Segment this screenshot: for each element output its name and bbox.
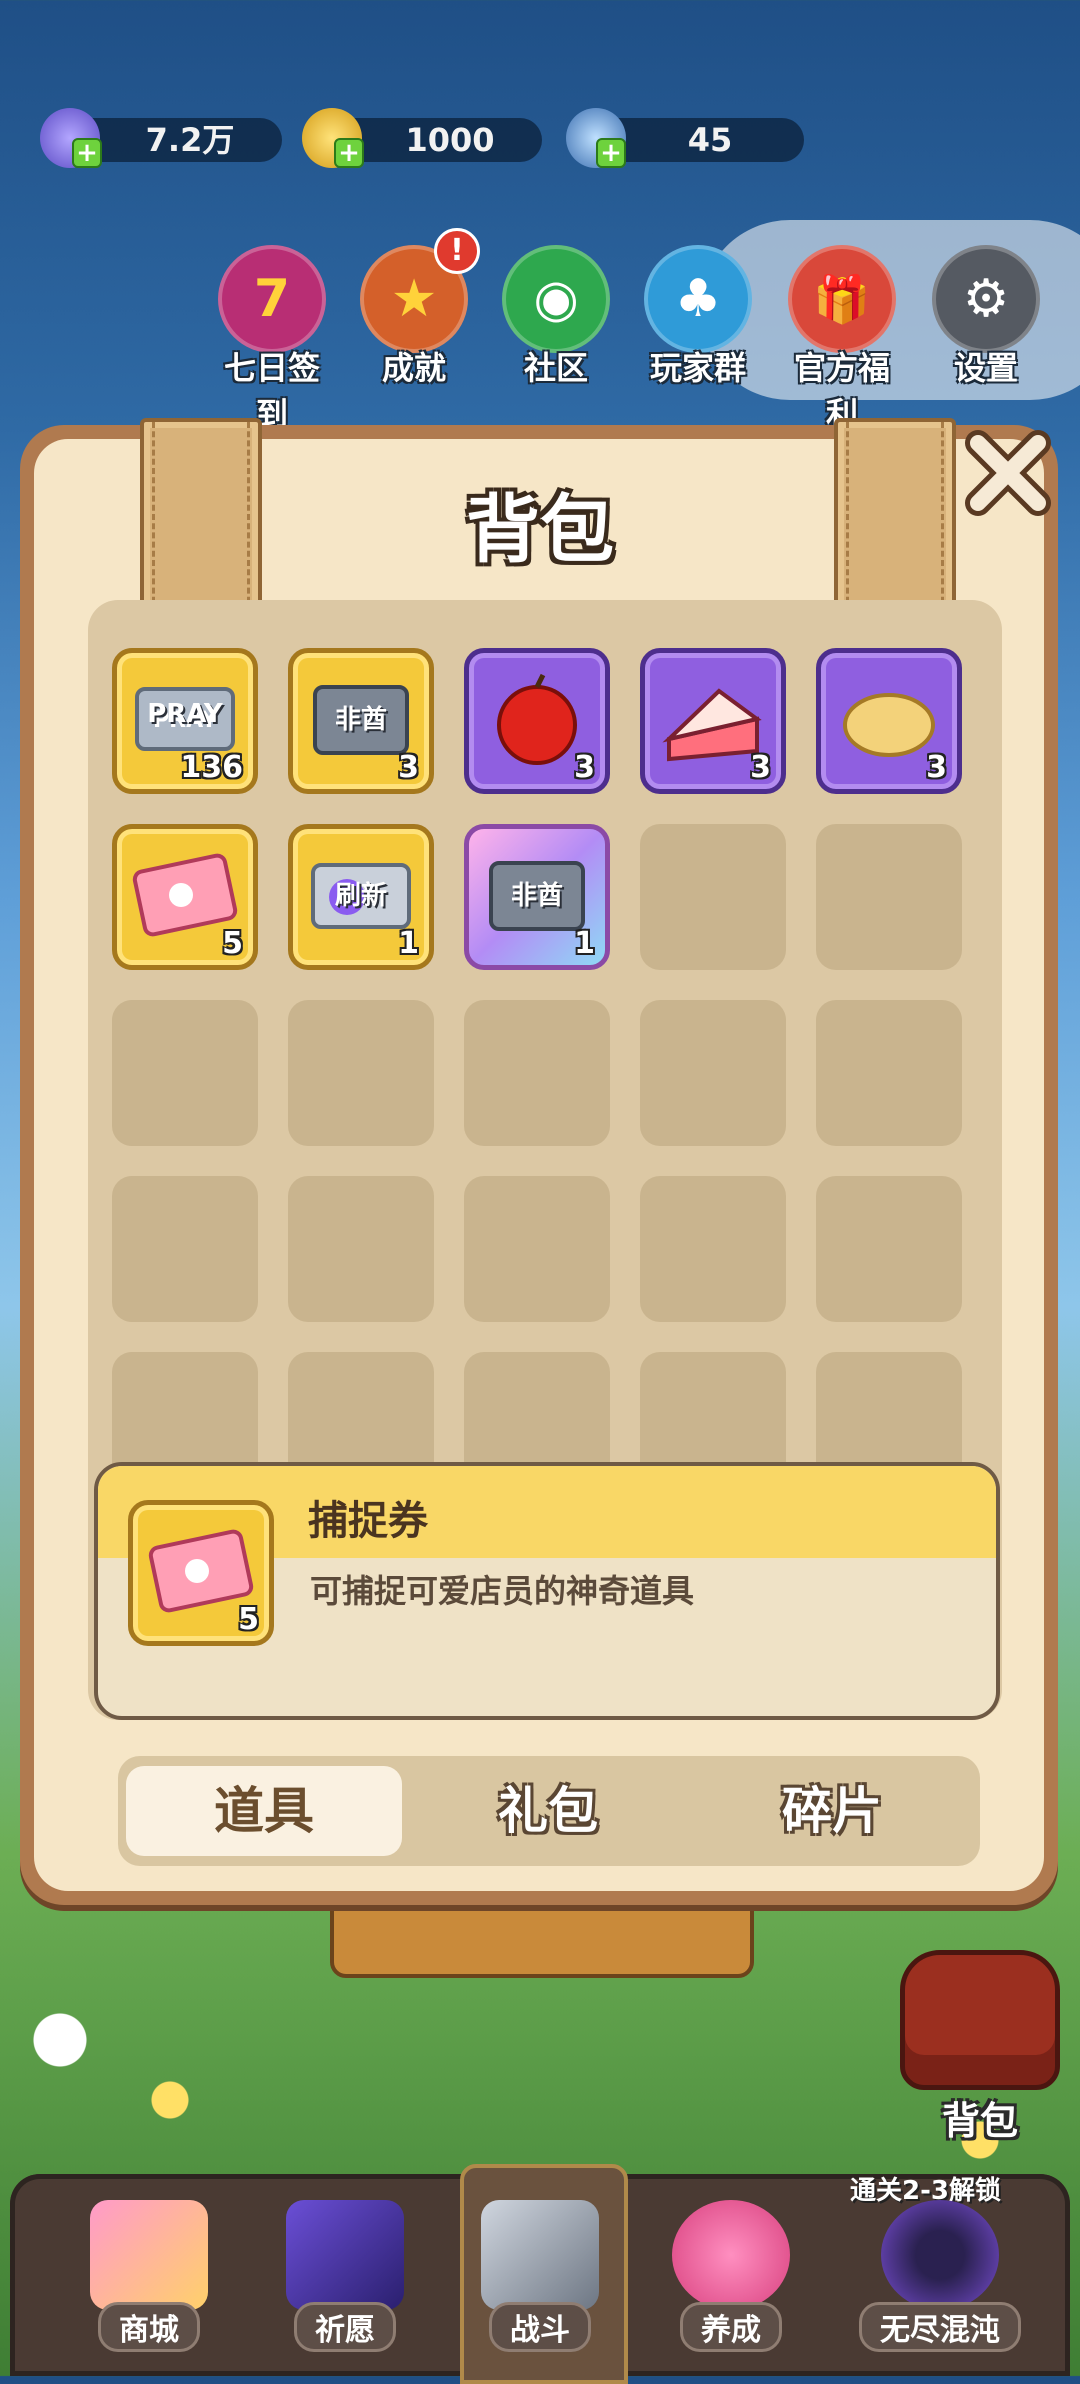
gift-icon: 🎁 <box>788 245 896 353</box>
nav-endless-chaos[interactable]: 无尽混沌 <box>852 2200 1028 2352</box>
gear-icon: ⚙ <box>932 245 1040 353</box>
item-text: 非酋 <box>334 705 387 735</box>
backpack-tabs: 道具 礼包 碎片 <box>118 1756 980 1866</box>
empty-slot <box>640 1176 786 1322</box>
item-count: 1 <box>398 926 419 961</box>
menu-official-benefits[interactable]: 🎁 官方福利 <box>782 245 902 435</box>
inventory-item-capture-ticket[interactable]: 5 <box>112 824 258 970</box>
empty-slot <box>112 1000 258 1146</box>
menu-community[interactable]: ◉ 社区 <box>496 245 616 389</box>
item-text: PRAY <box>147 699 223 729</box>
paw-icon <box>672 2200 790 2310</box>
close-button[interactable] <box>960 425 1056 521</box>
menu-seven-day-signin[interactable]: 7 七日签到 <box>212 245 332 435</box>
nav-battle[interactable]: 战斗 <box>465 2200 615 2352</box>
item-detail-icon: 5 <box>128 1500 274 1646</box>
empty-slot <box>640 824 786 970</box>
gem-value: 7.2万 <box>145 121 235 159</box>
item-count: 1 <box>574 926 595 961</box>
empty-slot <box>640 1000 786 1146</box>
menu-player-group[interactable]: ♣ 玩家群 <box>638 245 758 389</box>
tab-fragments[interactable]: 碎片 <box>694 1766 970 1856</box>
item-text: 刷新 <box>334 881 387 911</box>
menu-settings[interactable]: ⚙ 设置 <box>926 245 1046 389</box>
nav-label: 养成 <box>680 2302 782 2352</box>
nav-label: 祈愿 <box>294 2302 396 2352</box>
inventory-item-chips[interactable]: 3 <box>816 648 962 794</box>
lock-icon <box>881 2200 999 2310</box>
add-coin-button[interactable]: + <box>334 138 364 168</box>
swords-icon <box>481 2200 599 2310</box>
item-count: 5 <box>222 926 243 961</box>
add-energy-button[interactable]: + <box>596 138 626 168</box>
nav-label: 无尽混沌 <box>859 2302 1021 2352</box>
item-detail-name: 捕捉券 <box>308 1498 428 1544</box>
inventory-item-refresh-ticket[interactable]: 刷新 1 <box>288 824 434 970</box>
card-icon <box>286 2200 404 2310</box>
side-backpack-button[interactable]: 背包 <box>900 1950 1060 2143</box>
inventory-item-pray-ticket[interactable]: PRAY PRAY 136 <box>112 648 258 794</box>
menu-label: 设置 <box>953 349 1018 387</box>
tab-items[interactable]: 道具 <box>126 1766 402 1856</box>
item-count: 3 <box>750 750 771 785</box>
penguin-icon: ♣ <box>644 245 752 353</box>
item-detail-panel: 5 捕捉券 可捕捉可爱店员的神奇道具 <box>94 1462 1000 1720</box>
nav-wish[interactable]: 祈愿 <box>270 2200 420 2352</box>
item-count: 136 <box>180 750 243 785</box>
inventory-item-cake[interactable]: 3 <box>640 648 786 794</box>
empty-slot <box>112 1176 258 1322</box>
shop-icon <box>90 2200 208 2310</box>
item-count: 3 <box>574 750 595 785</box>
empty-slot <box>464 1176 610 1322</box>
tab-gift-packs[interactable]: 礼包 <box>410 1766 686 1856</box>
menu-label: 社区 <box>523 349 588 387</box>
item-detail-description: 可捕捉可爱店员的神奇道具 <box>310 1572 695 1610</box>
side-backpack-label: 背包 <box>941 2099 1018 2143</box>
add-gem-button[interactable]: + <box>72 138 102 168</box>
inventory-item-non-chief-ticket-rare[interactable]: 非酋 1 <box>464 824 610 970</box>
nav-cultivate[interactable]: 养成 <box>656 2200 806 2352</box>
chat-icon: ◉ <box>502 245 610 353</box>
calendar-seven-icon: 7 <box>218 245 326 353</box>
empty-slot <box>816 1000 962 1146</box>
alert-badge: ! <box>434 228 480 274</box>
empty-slot <box>464 1000 610 1146</box>
empty-slot <box>816 824 962 970</box>
close-icon <box>965 430 1051 516</box>
menu-label: 玩家群 <box>649 349 746 387</box>
empty-slot <box>816 1176 962 1322</box>
energy-value: 45 <box>687 121 733 159</box>
item-text: 非酋 <box>510 881 563 911</box>
menu-label: 成就 <box>381 349 446 387</box>
nav-label: 商城 <box>98 2302 200 2352</box>
coin-value: 1000 <box>405 121 495 159</box>
modal-title: 背包 <box>466 487 614 573</box>
item-count: 3 <box>398 750 419 785</box>
empty-slot <box>288 1176 434 1322</box>
item-detail-count: 5 <box>238 1602 259 1637</box>
nav-shop[interactable]: 商城 <box>74 2200 224 2352</box>
item-count: 3 <box>926 750 947 785</box>
empty-slot <box>288 1000 434 1146</box>
backpack-icon <box>900 1950 1060 2090</box>
inventory-item-apple[interactable]: 3 <box>464 648 610 794</box>
nav-label: 战斗 <box>489 2302 591 2352</box>
inventory-item-non-chief-ticket[interactable]: 非酋 3 <box>288 648 434 794</box>
